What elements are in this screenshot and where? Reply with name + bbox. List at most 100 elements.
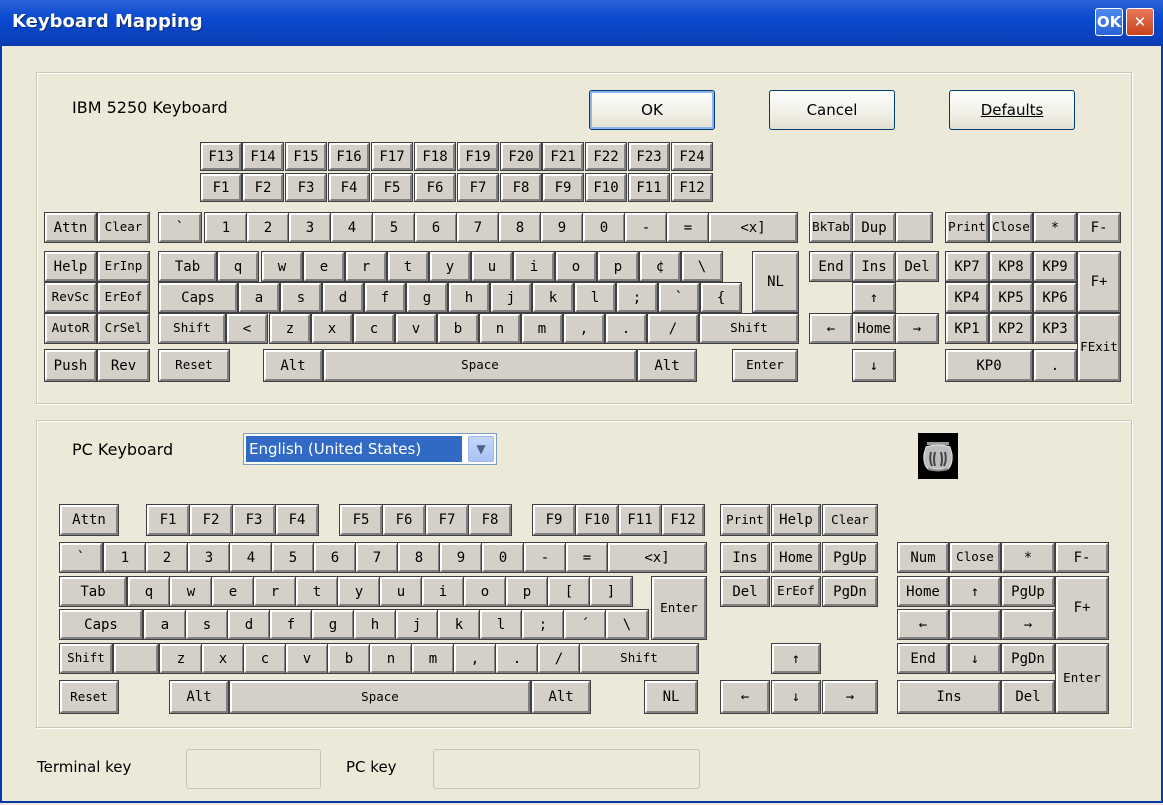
terminal-key-4[interactable]: 4 <box>330 212 374 243</box>
terminal-key-blank[interactable]: . <box>1033 349 1077 382</box>
pc-key-blank[interactable]: ` <box>59 542 103 573</box>
terminal-key-i[interactable]: i <box>513 251 555 282</box>
terminal-key-fexit[interactable]: FExit <box>1077 313 1121 382</box>
pc-key-n[interactable]: n <box>369 643 413 674</box>
pc-key-space[interactable]: Space <box>229 680 531 714</box>
terminal-key-c[interactable]: c <box>353 313 395 344</box>
terminal-key-blank[interactable]: ↓ <box>852 349 896 382</box>
pc-key-caps[interactable]: Caps <box>59 609 143 640</box>
pc-key-a[interactable]: a <box>143 609 187 640</box>
pc-key-f3[interactable]: F3 <box>232 504 276 536</box>
terminal-key-f8[interactable]: F8 <box>500 173 542 202</box>
pc-key-blank[interactable]: ← <box>720 680 770 714</box>
terminal-key-f2[interactable]: F2 <box>242 173 284 202</box>
terminal-key-f12[interactable]: F12 <box>671 173 713 202</box>
terminal-key-tab[interactable]: Tab <box>158 251 217 282</box>
pc-key-p[interactable]: p <box>505 576 549 607</box>
pc-key-f12[interactable]: F12 <box>661 504 705 536</box>
terminal-key-blank[interactable]: = <box>666 212 710 243</box>
terminal-key-f[interactable]: F- <box>1077 212 1121 243</box>
terminal-key-5[interactable]: 5 <box>372 212 416 243</box>
terminal-key-erinp[interactable]: ErInp <box>97 251 150 282</box>
titlebar-close-button[interactable]: ✕ <box>1126 8 1154 36</box>
pc-key-close[interactable]: Close <box>949 542 1001 573</box>
terminal-key-d[interactable]: d <box>322 282 364 313</box>
pc-key-x[interactable]: <x] <box>607 542 707 573</box>
terminal-key-x[interactable]: x <box>311 313 353 344</box>
pc-key-f7[interactable]: F7 <box>425 504 469 536</box>
terminal-key-alt[interactable]: Alt <box>263 349 323 382</box>
terminal-key-3[interactable]: 3 <box>288 212 332 243</box>
terminal-key-kp8[interactable]: KP8 <box>989 251 1033 282</box>
terminal-key-space[interactable]: Space <box>323 349 637 382</box>
pc-key-w[interactable]: w <box>169 576 213 607</box>
terminal-key-push[interactable]: Push <box>44 349 97 382</box>
pc-key-blank[interactable]: ↓ <box>771 680 821 714</box>
pc-key-f4[interactable]: F4 <box>275 504 319 536</box>
terminal-key-p[interactable]: p <box>597 251 639 282</box>
pc-key-f1[interactable]: F1 <box>146 504 190 536</box>
pc-key-blank[interactable]: = <box>565 542 609 573</box>
pc-key-end[interactable]: End <box>897 643 949 674</box>
terminal-key-k[interactable]: k <box>532 282 574 313</box>
terminal-key-blank[interactable]: < <box>226 313 268 344</box>
terminal-key-g[interactable]: g <box>406 282 448 313</box>
pc-key-f8[interactable]: F8 <box>468 504 512 536</box>
pc-key-blank[interactable]: ↑ <box>771 643 821 674</box>
pc-key-blank[interactable]: - <box>523 542 567 573</box>
pc-key-blank[interactable]: / <box>537 643 581 674</box>
terminal-key-f7[interactable]: F7 <box>457 173 499 202</box>
pc-key-alt[interactable]: Alt <box>531 680 591 714</box>
terminal-key-blank[interactable]: * <box>1033 212 1077 243</box>
titlebar-ok-button[interactable]: OK <box>1095 8 1123 36</box>
pc-key-blank[interactable]: * <box>1001 542 1055 573</box>
terminal-key-kp0[interactable]: KP0 <box>945 349 1033 382</box>
terminal-key-kp9[interactable]: KP9 <box>1033 251 1077 282</box>
ok-button[interactable]: OK <box>589 90 715 130</box>
pc-key-f2[interactable]: F2 <box>189 504 233 536</box>
terminal-key-blank[interactable]: { <box>700 282 742 313</box>
pc-key-s[interactable]: s <box>185 609 229 640</box>
pc-key-6[interactable]: 6 <box>313 542 357 573</box>
terminal-key-f22[interactable]: F22 <box>585 142 627 171</box>
pc-key-h[interactable]: h <box>353 609 397 640</box>
pc-key-4[interactable]: 4 <box>229 542 273 573</box>
pc-key-1[interactable]: 1 <box>103 542 147 573</box>
pc-key-f10[interactable]: F10 <box>575 504 619 536</box>
pc-key-f11[interactable]: F11 <box>618 504 662 536</box>
pc-key-help[interactable]: Help <box>771 504 821 536</box>
terminal-key-f14[interactable]: F14 <box>242 142 284 171</box>
pc-key-u[interactable]: u <box>379 576 423 607</box>
terminal-key-x[interactable]: <x] <box>708 212 798 243</box>
pc-key-blank[interactable]: ] <box>589 576 633 607</box>
pc-key-g[interactable]: g <box>311 609 355 640</box>
pc-key-blank[interactable]: ; <box>521 609 565 640</box>
terminal-key-a[interactable]: a <box>238 282 280 313</box>
terminal-key-9[interactable]: 9 <box>540 212 584 243</box>
terminal-key-blank[interactable] <box>895 212 933 243</box>
pc-key-shift[interactable]: Shift <box>579 643 699 674</box>
terminal-key-f[interactable]: f <box>364 282 406 313</box>
pc-key-d[interactable]: d <box>227 609 271 640</box>
pc-key-print[interactable]: Print <box>720 504 770 536</box>
terminal-key-clear[interactable]: Clear <box>97 212 150 243</box>
terminal-key-del[interactable]: Del <box>895 251 939 282</box>
terminal-key-blank[interactable]: / <box>647 313 699 344</box>
defaults-button[interactable]: Defaults <box>949 90 1075 130</box>
pc-key-shift[interactable]: Shift <box>59 643 113 674</box>
terminal-key-j[interactable]: j <box>490 282 532 313</box>
pc-key-k[interactable]: k <box>437 609 481 640</box>
pc-key-y[interactable]: y <box>337 576 381 607</box>
terminal-key-kp1[interactable]: KP1 <box>945 313 989 344</box>
pc-key-field[interactable] <box>433 749 700 789</box>
terminal-key-f16[interactable]: F16 <box>328 142 370 171</box>
cancel-button[interactable]: Cancel <box>769 90 895 130</box>
terminal-key-b[interactable]: b <box>437 313 479 344</box>
pc-key-m[interactable]: m <box>411 643 455 674</box>
terminal-key-dup[interactable]: Dup <box>852 212 896 243</box>
terminal-key-shift[interactable]: Shift <box>699 313 799 344</box>
terminal-key-f18[interactable]: F18 <box>414 142 456 171</box>
pc-key-5[interactable]: 5 <box>271 542 315 573</box>
terminal-key-s[interactable]: s <box>280 282 322 313</box>
pc-key-blank[interactable] <box>113 643 159 674</box>
